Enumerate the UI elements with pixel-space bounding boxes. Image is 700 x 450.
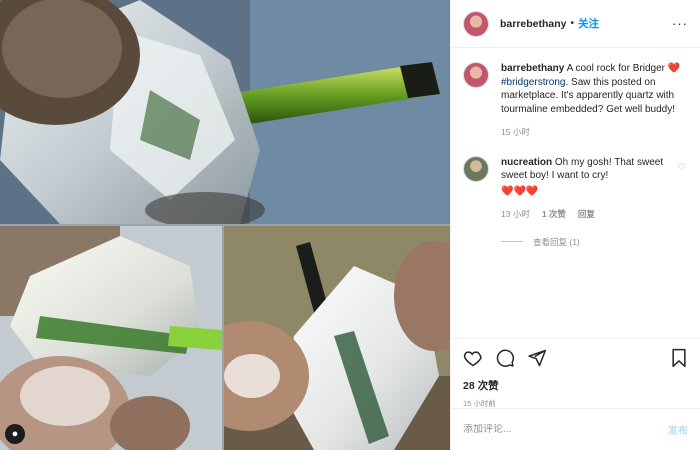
avatar[interactable] <box>463 155 489 182</box>
comments-list: barrebethany A cool rock for Bridger ❤️ … <box>451 48 700 338</box>
post-comment-button[interactable]: 发布 <box>668 422 688 437</box>
add-comment-bar: 发布 <box>451 408 700 450</box>
more-options-icon[interactable]: ··· <box>672 16 688 31</box>
heart-outline-icon[interactable] <box>463 348 483 368</box>
photo-top-crystal <box>0 0 450 224</box>
photo-bottom-right-crystal <box>224 226 450 450</box>
view-replies-button[interactable]: 查看回复 (1) <box>501 236 686 248</box>
speech-bubble-icon[interactable] <box>495 348 515 368</box>
comment-item: nucreation Oh my gosh! That sweet sweet … <box>463 155 686 222</box>
separator-dot: • <box>570 18 575 29</box>
caption-time[interactable]: 15 小时 <box>501 126 530 140</box>
comment-meta: 13 小时 1 次赞 回复 <box>501 208 672 222</box>
caption-username[interactable]: barrebethany <box>501 63 564 74</box>
comment-time[interactable]: 13 小时 <box>501 208 530 222</box>
post-side-panel: barrebethany • 关注 ··· barrebethany A coo… <box>450 0 700 450</box>
caption-meta: 15 小时 <box>501 126 686 140</box>
likes-count[interactable]: 28 次赞 <box>463 378 688 393</box>
person-tag-icon: ● <box>11 427 19 440</box>
post-actions: 28 次赞 15 小时前 <box>451 338 700 409</box>
divider <box>501 241 523 242</box>
post-header: barrebethany • 关注 ··· <box>451 0 700 48</box>
bookmark-icon[interactable] <box>670 348 688 368</box>
comment-likes[interactable]: 1 次赞 <box>542 208 566 222</box>
hearts-emoji: ❤️❤️❤️ <box>501 185 539 197</box>
caption-text-before: A cool rock for Bridger <box>566 63 665 74</box>
hashtag-link[interactable]: #bridgerstrong <box>501 77 565 88</box>
comment-like-heart-icon[interactable]: ♡ <box>678 162 686 222</box>
heart-emoji: ❤️ <box>667 63 681 74</box>
instagram-post-modal: ● barrebethany • 关注 ··· barrebethany A c… <box>0 0 700 450</box>
avatar[interactable] <box>463 62 489 88</box>
post-image[interactable]: ● <box>0 0 450 450</box>
caption-text: barrebethany A cool rock for Bridger ❤️ … <box>501 62 686 116</box>
follow-button[interactable]: 关注 <box>578 16 599 31</box>
comment-text: nucreation Oh my gosh! That sweet sweet … <box>501 156 672 183</box>
comment-username[interactable]: nucreation <box>501 157 552 168</box>
action-bar <box>463 347 688 369</box>
tagged-people-button[interactable]: ● <box>5 424 25 444</box>
avatar[interactable] <box>463 10 489 37</box>
paper-plane-icon[interactable] <box>527 348 547 368</box>
header-username[interactable]: barrebethany <box>500 18 567 30</box>
photo-bottom-left-crystal: ● <box>0 226 222 450</box>
comment-input[interactable] <box>463 424 668 435</box>
reply-button[interactable]: 回复 <box>578 208 595 222</box>
view-replies-label: 查看回复 (1) <box>533 236 580 247</box>
caption: barrebethany A cool rock for Bridger ❤️ … <box>463 62 686 140</box>
